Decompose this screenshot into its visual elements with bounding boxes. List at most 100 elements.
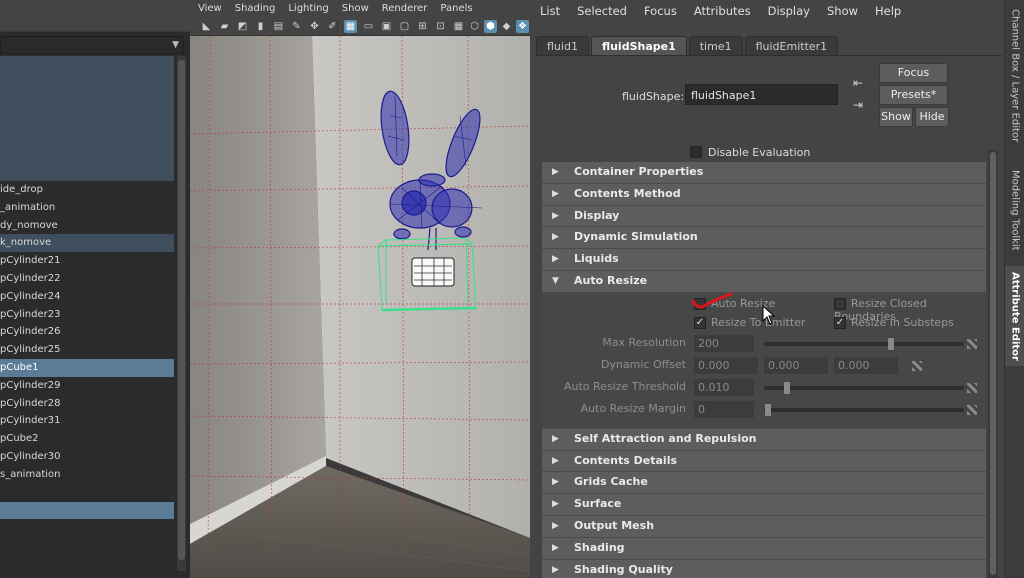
tab-fluid1[interactable]: fluid1 [536,36,589,55]
tab-fluidShape1[interactable]: fluidShape1 [590,36,687,55]
ae-menu-focus[interactable]: Focus [644,0,677,22]
auto-resize-margin-slider-handle[interactable] [765,403,771,416]
outliner-item[interactable]: k_nomove [0,234,174,253]
resize-to-emitter-checkbox[interactable]: ✓ [694,316,706,329]
ae-menu-list[interactable]: List [540,0,560,22]
ae-menu-show[interactable]: Show [827,0,858,22]
dynamic-offset-x-field[interactable]: 0.000 [694,356,758,374]
viewport-menu-lighting[interactable]: Lighting [288,0,328,18]
viewport-menu-show[interactable]: Show [342,0,369,18]
map-button-icon[interactable] [967,404,977,415]
outliner-scroll-thumb[interactable] [178,60,185,560]
safe-title-icon[interactable]: ▦ [452,20,465,33]
auto-resize-threshold-slider-handle[interactable] [784,381,790,394]
section-contents-details[interactable]: ▶ Contents Details [542,450,986,473]
camera-select-icon[interactable]: ◣ [200,20,213,33]
max-resolution-slider-handle[interactable] [888,337,894,350]
output-connection-icon[interactable]: ⇥ [850,98,866,112]
lock-camera-icon[interactable]: ◩ [236,20,249,33]
outliner-item[interactable]: pCylinder23 [0,306,174,324]
section-display[interactable]: ▶ Display [542,205,986,228]
fluid-shape-name-field[interactable]: fluidShape1 [685,84,838,105]
ae-menu-selected[interactable]: Selected [577,0,627,22]
map-button-icon[interactable] [967,338,977,349]
presets-button[interactable]: Presets* [879,85,948,105]
auto-resize-margin-slider[interactable] [764,407,964,412]
texture-icon[interactable]: ◆ [500,20,513,33]
focus-button[interactable]: Focus [879,63,948,83]
tab-modeling-toolkit[interactable]: Modeling Toolkit [1005,160,1024,260]
outliner-item[interactable]: dy_nomove [0,217,174,235]
section-auto-resize[interactable]: ▼ Auto Resize [542,270,986,293]
section-surface[interactable]: ▶ Surface [542,494,986,516]
map-button-icon[interactable] [967,382,977,393]
section-grids-cache[interactable]: ▶ Grids Cache [542,472,986,495]
outliner-item[interactable]: pCylinder24 [0,288,174,306]
lights-icon[interactable]: ❖ [516,20,529,33]
outliner-scrollbar[interactable] [177,56,186,571]
outliner-selected-group[interactable] [0,56,174,181]
section-container-properties[interactable]: ▶ Container Properties [542,162,986,184]
outliner-item[interactable]: pCylinder30 [0,448,174,466]
field-chart-icon[interactable]: ⊞ [416,20,429,33]
section-self-attraction[interactable]: ▶ Self Attraction and Repulsion [542,428,986,451]
image-plane-icon[interactable]: ▤ [272,20,285,33]
outliner-item[interactable]: pCylinder25 [0,341,174,359]
max-resolution-slider[interactable] [764,341,964,346]
outliner-item[interactable]: pCube2 [0,430,174,448]
section-contents-method[interactable]: ▶ Contents Method [542,183,986,206]
wireframe-icon[interactable]: ⬡ [468,20,481,33]
auto-resize-threshold-field[interactable]: 0.010 [694,378,754,396]
viewport-panel[interactable]: View Shading Lighting Show Renderer Pane… [190,0,530,578]
ae-menu-help[interactable]: Help [875,0,901,22]
map-button-icon[interactable] [912,360,922,371]
viewport-menu-renderer[interactable]: Renderer [382,0,428,18]
outliner-item[interactable]: pCylinder28 [0,395,174,413]
outliner-item-selected[interactable]: pCube1 [0,358,174,377]
section-output-mesh[interactable]: ▶ Output Mesh [542,515,986,538]
film-gate-icon[interactable]: ▭ [362,20,375,33]
input-connection-icon[interactable]: ⇤ [850,76,866,90]
resize-in-substeps-checkbox[interactable]: ✓ [834,316,846,329]
hide-button[interactable]: Hide [915,107,949,127]
section-dynamic-simulation[interactable]: ▶ Dynamic Simulation [542,227,986,250]
gate-mask-icon[interactable]: ▢ [398,20,411,33]
show-button[interactable]: Show [879,107,913,127]
outliner-item[interactable]: _animation [0,199,174,217]
camera-icon[interactable]: ▰ [218,20,231,33]
outliner-item[interactable]: pCylinder22 [0,270,174,288]
dynamic-offset-y-field[interactable]: 0.000 [764,356,828,374]
resize-closed-boundaries-checkbox[interactable] [834,297,846,310]
auto-resize-margin-field[interactable]: 0 [694,400,754,418]
outliner-item[interactable]: s_animation [0,466,174,484]
tab-time1[interactable]: time1 [688,36,743,55]
resolution-gate-icon[interactable]: ▣ [380,20,393,33]
section-shading[interactable]: ▶ Shading [542,537,986,560]
dynamic-offset-z-field[interactable]: 0.000 [834,356,898,374]
max-resolution-field[interactable]: 200 [694,334,754,352]
outliner-item[interactable]: pCylinder29 [0,377,174,395]
outliner-item[interactable]: pCylinder21 [0,252,174,270]
tab-attribute-editor[interactable]: Attribute Editor [1005,266,1024,366]
smooth-shade-icon[interactable]: ⬢ [484,20,497,33]
viewport-menu-panels[interactable]: Panels [440,0,472,18]
outliner-item[interactable]: pCylinder26 [0,323,174,341]
safe-action-icon[interactable]: ⊡ [434,20,447,33]
outliner-item[interactable]: pCylinder31 [0,412,174,430]
viewport-menu-view[interactable]: View [198,0,222,18]
tab-channel-box[interactable]: Channel Box / Layer Editor [1005,2,1024,150]
auto-resize-threshold-slider[interactable] [764,385,964,390]
tab-fluidEmitter1[interactable]: fluidEmitter1 [744,36,839,55]
outliner-filter-dropdown[interactable]: ▼ [0,36,184,54]
ae-scroll-thumb[interactable] [990,152,996,575]
bookmark-icon[interactable]: ▮ [254,20,267,33]
resize-to-emitter-row[interactable]: ✓ Resize To Emitter [694,316,805,329]
disable-evaluation-checkbox[interactable] [690,146,702,158]
viewport-scene[interactable] [190,36,530,578]
ae-menu-display[interactable]: Display [768,0,810,22]
disable-evaluation-row[interactable]: Disable Evaluation [690,145,810,159]
resize-in-substeps-row[interactable]: ✓ Resize In Substeps [834,316,954,329]
pan-zoom-icon[interactable]: ✥ [308,20,321,33]
outliner-item[interactable]: ide_drop [0,181,174,199]
grid-icon[interactable]: ▦ [344,20,357,33]
